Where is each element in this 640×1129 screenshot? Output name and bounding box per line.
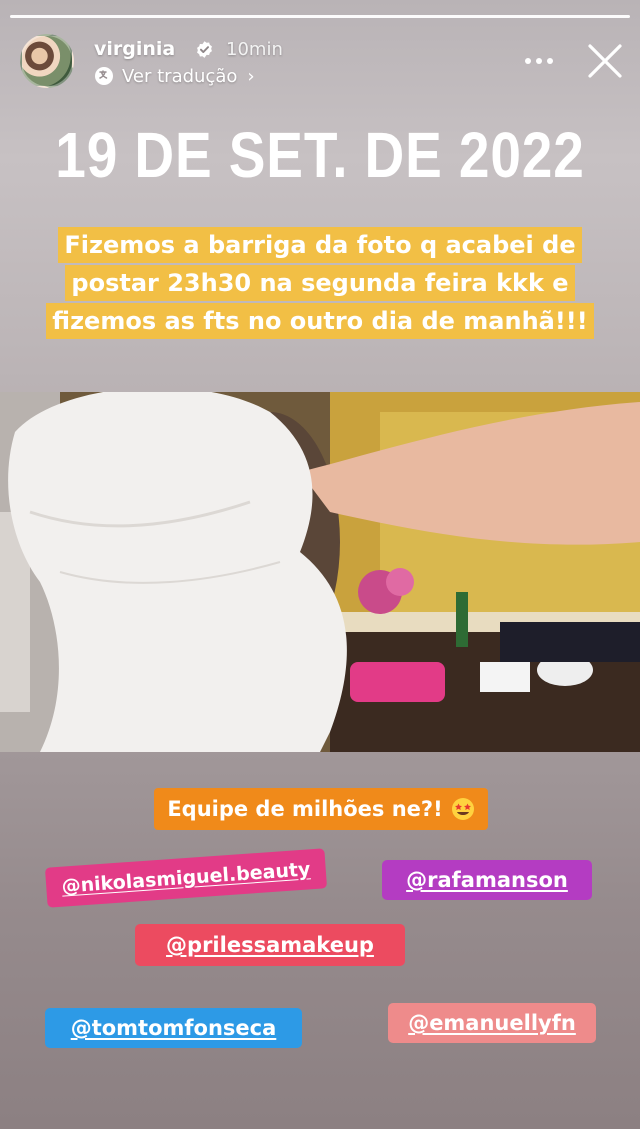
avatar[interactable] [20, 34, 74, 88]
close-icon[interactable] [584, 40, 626, 82]
translate-label: Ver tradução [122, 65, 238, 87]
mention-sticker[interactable]: @tomtomfonseca [45, 1008, 302, 1048]
date-title: 19 DE SET. DE 2022 [55, 119, 585, 191]
mention-sticker[interactable]: @nikolasmiguel.beauty [44, 848, 328, 908]
story-progress-bar [10, 15, 630, 18]
more-options-icon[interactable] [522, 44, 556, 78]
star-struck-emoji-icon [451, 798, 474, 820]
verified-badge-icon [197, 41, 212, 58]
caption-text: Fizemos a barriga da foto q acabei de po… [46, 227, 594, 339]
story-photo [0, 392, 640, 752]
team-text: Equipe de milhões ne?! [167, 797, 443, 821]
mention-sticker[interactable]: @emanuellyfn [388, 1003, 596, 1043]
translate-icon [95, 67, 113, 85]
translate-button[interactable]: Ver tradução › [94, 64, 255, 88]
team-sticker: Equipe de milhões ne?! [154, 788, 488, 830]
username[interactable]: virginia [94, 38, 175, 60]
caption-sticker: Fizemos a barriga da foto q acabei de po… [14, 226, 626, 340]
mention-sticker[interactable]: @rafamanson [382, 860, 592, 900]
chevron-right-icon: › [247, 65, 255, 87]
time-ago: 10min [226, 39, 283, 60]
story-header: virginia 10min Ver tradução › [20, 34, 622, 92]
mention-sticker[interactable]: @prilessamakeup [135, 924, 405, 966]
